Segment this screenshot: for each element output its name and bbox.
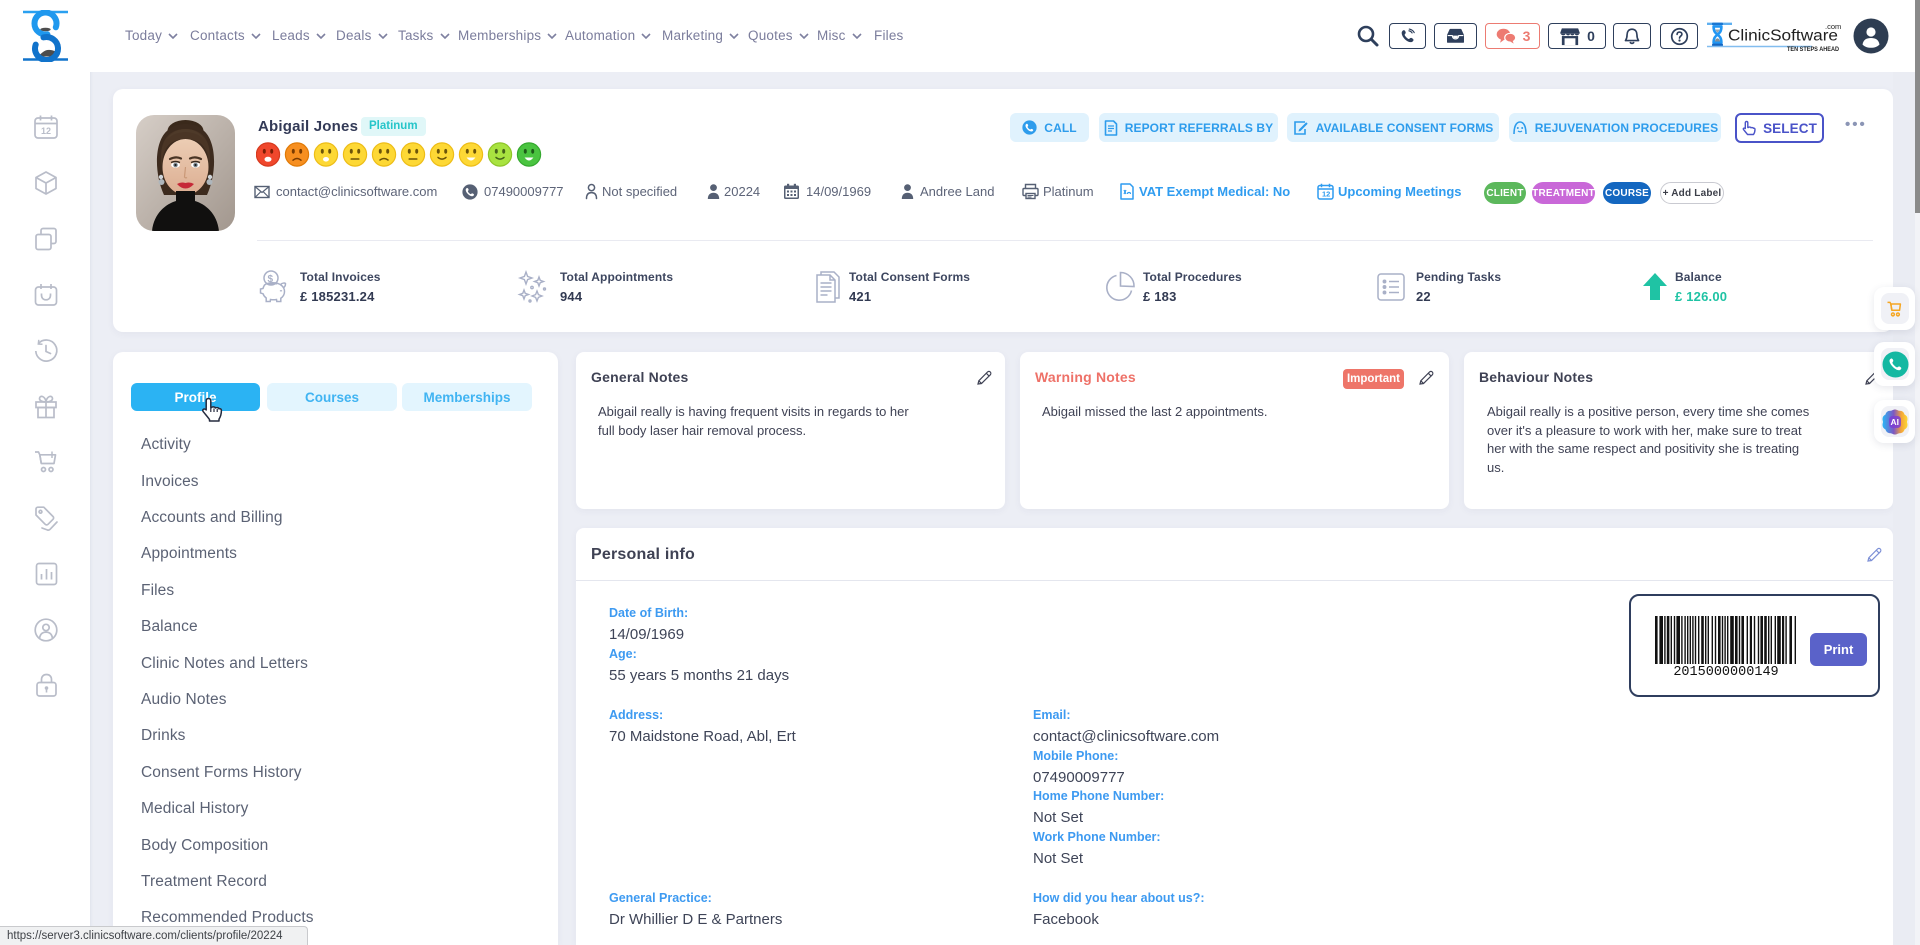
svg-text:ClinicSoftware: ClinicSoftware <box>1728 28 1838 45</box>
svg-text:12: 12 <box>1322 190 1330 199</box>
svg-text:12: 12 <box>41 126 51 136</box>
svg-text:AI: AI <box>1891 417 1900 427</box>
svg-text:.com: .com <box>1825 22 1841 31</box>
svg-text:TEN STEPS AHEAD: TEN STEPS AHEAD <box>1787 47 1840 53</box>
